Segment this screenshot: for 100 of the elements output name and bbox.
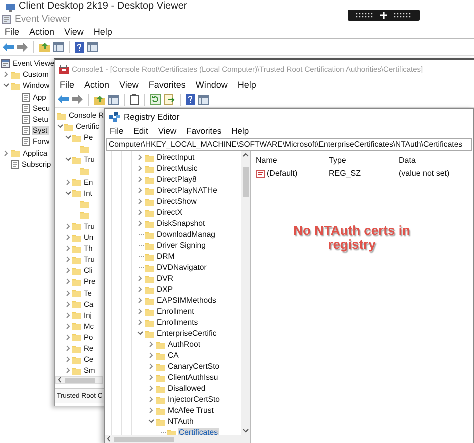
folder-icon (11, 82, 20, 90)
chevron-right-icon[interactable] (66, 278, 71, 286)
scrollbar-thumb[interactable] (65, 378, 95, 382)
chevron-down-icon[interactable] (2, 83, 10, 88)
menu-item[interactable]: Favorites (182, 127, 227, 136)
chevron-right-icon[interactable] (149, 407, 154, 414)
folder-icon (72, 222, 81, 230)
folder-icon (145, 264, 154, 272)
chevron-right-icon[interactable] (4, 150, 8, 157)
pane-icon[interactable] (87, 42, 98, 52)
column-header[interactable]: Type (329, 155, 399, 166)
folder-icon (80, 200, 89, 208)
help-icon[interactable] (186, 94, 195, 105)
scrollbar-thumb[interactable] (242, 167, 248, 197)
chevron-right-icon[interactable] (149, 341, 154, 348)
folder-icon (156, 352, 165, 360)
chevron-down-icon[interactable] (65, 135, 72, 140)
folder-icon (80, 144, 89, 153)
menu-item[interactable]: View (114, 80, 144, 90)
pane-icon[interactable] (198, 94, 209, 104)
chevron-right-icon[interactable] (66, 367, 71, 374)
remote-toolbar[interactable] (348, 10, 420, 21)
pane-icon[interactable] (53, 42, 64, 52)
folder-icon (145, 274, 154, 282)
folder-icon (72, 244, 81, 253)
chevron-right-icon[interactable] (138, 275, 143, 282)
chevron-right-icon[interactable] (66, 356, 71, 364)
chevron-down-icon[interactable] (57, 124, 64, 130)
chevron-right-icon[interactable] (138, 165, 143, 172)
chevron-down-icon[interactable] (148, 419, 155, 424)
log-icon (22, 92, 30, 102)
folder-up-icon[interactable] (94, 94, 105, 104)
chevron-right-icon[interactable] (138, 154, 143, 161)
column-header[interactable]: Name (256, 155, 329, 166)
folder-icon (72, 266, 81, 275)
clipboard-icon[interactable] (130, 94, 139, 105)
chevron-right-icon[interactable] (66, 178, 71, 186)
forward-arrow-icon[interactable] (72, 95, 83, 104)
menu-item[interactable]: File (55, 80, 80, 90)
chevron-right-icon[interactable] (149, 352, 154, 359)
chevron-down-icon[interactable] (137, 331, 144, 336)
menu-item[interactable]: Action (80, 80, 115, 90)
chevron-right-icon[interactable] (66, 345, 71, 352)
column-header[interactable]: Data (399, 155, 473, 166)
chevron-right-icon[interactable] (149, 396, 154, 403)
chevron-right-icon[interactable] (66, 222, 71, 230)
chevron-right-icon[interactable] (66, 312, 71, 319)
folder-icon (145, 220, 154, 228)
menu-item[interactable]: Action (24, 28, 60, 36)
chevron-right-icon[interactable] (66, 234, 71, 242)
scrollbar[interactable] (105, 435, 250, 443)
forward-arrow-icon[interactable] (17, 42, 28, 52)
chevron-right-icon[interactable] (138, 176, 143, 183)
chevron-right-icon[interactable] (138, 319, 143, 326)
chevron-right-icon[interactable] (66, 245, 71, 252)
menu-item[interactable]: View (153, 127, 182, 136)
chevron-right-icon[interactable] (138, 198, 143, 205)
back-arrow-icon[interactable] (3, 42, 14, 52)
chevron-right-icon[interactable] (149, 385, 154, 392)
folder-icon (80, 211, 89, 220)
chevron-right-icon[interactable] (66, 290, 71, 297)
refresh-icon[interactable] (150, 94, 161, 105)
help-icon[interactable] (75, 42, 84, 52)
folder-icon (156, 374, 165, 382)
menu-item[interactable]: File (0, 28, 25, 36)
menu-item[interactable]: Edit (128, 127, 154, 136)
menu-item[interactable]: Help (88, 28, 118, 36)
back-arrow-icon[interactable] (58, 95, 69, 104)
pane-icon[interactable] (108, 94, 119, 104)
chevron-down-icon[interactable] (65, 190, 72, 196)
chevron-right-icon[interactable] (4, 71, 8, 78)
menu-item[interactable]: View (60, 28, 89, 36)
chevron-right-icon[interactable] (149, 363, 154, 370)
folder-icon (156, 362, 165, 370)
export-icon[interactable] (164, 94, 175, 105)
chevron-down-icon[interactable] (65, 157, 72, 162)
chevron-right-icon[interactable] (66, 300, 71, 308)
chevron-right-icon[interactable] (149, 374, 154, 381)
scrollbar-thumb[interactable] (114, 436, 174, 442)
folder-icon (72, 278, 81, 286)
chevron-right-icon[interactable] (138, 209, 143, 216)
chevron-right-icon[interactable] (138, 220, 143, 227)
chevron-right-icon[interactable] (138, 187, 143, 194)
scrollbar[interactable] (241, 151, 250, 435)
chevron-right-icon[interactable] (138, 308, 143, 315)
menu-item[interactable]: Favorites (144, 80, 191, 90)
chevron-right-icon[interactable] (66, 267, 71, 274)
chevron-right-icon[interactable] (66, 256, 71, 264)
folder-up-icon[interactable] (39, 42, 50, 52)
scrollbar[interactable] (55, 376, 103, 384)
chevron-right-icon[interactable] (138, 297, 143, 304)
menu-item[interactable]: Window (190, 80, 233, 90)
menu-item[interactable]: Help (226, 127, 254, 136)
chevron-right-icon[interactable] (66, 322, 71, 330)
chevron-right-icon[interactable] (66, 334, 71, 341)
folder-icon (72, 256, 81, 264)
folder-icon (145, 242, 154, 250)
menu-item[interactable]: Help (232, 80, 262, 90)
menu-item[interactable]: File (105, 127, 129, 136)
chevron-right-icon[interactable] (138, 286, 143, 293)
